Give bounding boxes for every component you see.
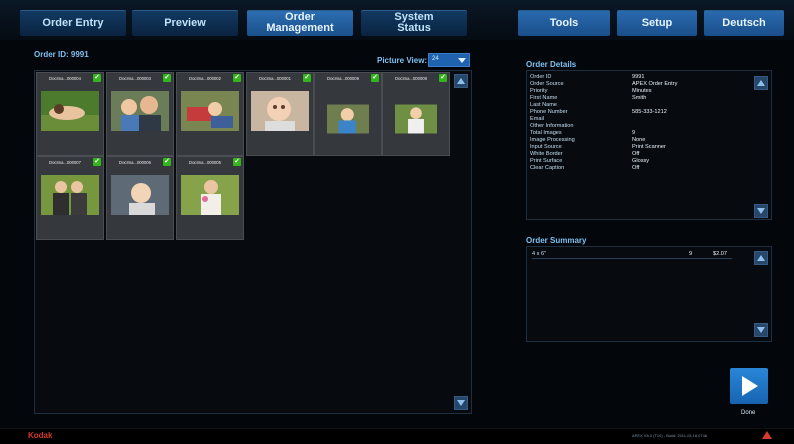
check-icon[interactable]: ✓ [233,74,241,82]
order-summary-heading: Order Summary [526,236,587,245]
detail-value: 9 [632,130,636,136]
tab-label: Deutsch [722,16,766,29]
thumbnail-filename: DocIma...000005 [189,160,221,165]
thumbnail-item[interactable]: DocIma...000003 ✓ [106,72,174,156]
check-icon[interactable]: ✓ [371,74,379,82]
thumbnail-item[interactable]: DocIma...000007 ✓ [36,156,104,240]
thumbnail-filename: DocIma...000009 [327,76,359,81]
tab-preview[interactable]: Preview [132,10,238,36]
check-icon[interactable]: ✓ [233,158,241,166]
thumbnail-item[interactable]: DocIma...000005 ✓ [176,156,244,240]
photo-thumbnail [395,104,437,134]
photo-thumbnail [111,175,169,215]
detail-value: Print Scanner [632,144,666,150]
tab-order-management[interactable]: Order Management [247,10,353,36]
thumbnail-item[interactable]: DocIma...000002 ✓ [176,72,244,156]
summary-scroll-up-button[interactable] [754,251,768,265]
summary-price: $2.07 [713,251,727,257]
thumbnail-filename: DocIma...000006 [119,160,151,165]
summary-qty: 9 [689,251,693,257]
tab-tools[interactable]: Tools [518,10,610,36]
photo-thumbnail [41,175,99,215]
photo-thumbnail [111,91,169,131]
top-navigation-bar: Order Entry Preview Order Management Sys… [0,0,794,40]
photo-thumbnail [181,175,239,215]
detail-value: Smith [632,95,647,101]
order-details-heading: Order Details [526,60,577,69]
thumbnail-item[interactable]: DocIma...000009 ✓ [314,72,382,156]
detail-label: Email [530,116,544,122]
detail-label: Last Name [530,102,558,108]
build-version: APEX V8.0 (T10) - Build: 2011.03.18.0746 [632,433,708,438]
kodak-logo: Kodak [28,431,53,440]
grid-scroll-up-button[interactable] [454,74,468,88]
summary-size: 4 x 6" [532,251,547,257]
thumbnail-item[interactable]: DocIma...000001 ✓ [246,72,314,156]
detail-value: Glossy [632,158,650,164]
details-scroll-down-button[interactable] [754,204,768,218]
done-label: Done [741,410,756,416]
tab-deutsch[interactable]: Deutsch [704,10,784,36]
detail-label: Order Source [530,81,564,87]
details-scroll-up-button[interactable] [754,76,768,90]
picture-view-label: Picture View: [377,56,428,65]
detail-label: First Name [530,95,558,101]
done-button[interactable] [730,368,768,404]
order-summary-panel [526,246,772,342]
thumbnail-filename: DocIma...000007 [49,160,81,165]
thumbnail-filename: DocIma...000002 [189,76,221,81]
detail-label: Other Information [530,123,574,129]
detail-label: White Border [530,151,563,157]
thumbnail-filename: DocIma...000008 [395,76,427,81]
detail-label: Clear Caption [530,165,565,171]
check-icon[interactable]: ✓ [163,158,171,166]
detail-value: 585-333-1212 [632,109,667,115]
detail-value: APEX Order Entry [632,81,678,87]
check-icon[interactable]: ✓ [93,74,101,82]
detail-value: None [632,137,646,143]
tab-order-entry[interactable]: Order Entry [20,10,126,36]
chevron-down-icon [458,58,466,63]
check-icon[interactable]: ✓ [303,74,311,82]
order-id-label: Order ID: 9991 [34,50,89,59]
check-icon[interactable]: ✓ [439,74,447,82]
detail-value: 9991 [632,74,645,80]
detail-label: Image Processing [530,137,575,143]
tab-label-line2: Status [397,22,431,34]
detail-label: Input Source [530,144,562,150]
detail-label: Phone Number [530,109,568,115]
detail-label: Priority [530,88,548,94]
thumbnail-filename: DocIma...000003 [119,76,151,81]
tab-label: Setup [641,16,673,29]
tab-label: Tools [549,16,579,29]
tab-label-line2: Management [266,22,334,34]
apex-logo-icon [762,431,772,439]
detail-label: Order ID [530,74,552,80]
tab-setup[interactable]: Setup [617,10,697,36]
thumbnail-item[interactable]: DocIma...000004 ✓ [36,72,104,156]
check-icon[interactable]: ✓ [163,74,171,82]
tab-label: Order Entry [42,16,104,29]
thumbnail-item[interactable]: DocIma...000006 ✓ [106,156,174,240]
photo-thumbnail [251,91,309,131]
detail-label: Print Surface [530,158,563,164]
tab-system-status[interactable]: System Status [361,10,467,36]
grid-scroll-down-button[interactable] [454,396,468,410]
thumbnail-item[interactable]: DocIma...000008 ✓ [382,72,450,156]
detail-label: Total Images [530,130,562,136]
detail-value: Off [632,151,640,157]
picture-view-select[interactable]: 24 [428,53,470,67]
detail-value: Minutes [632,88,652,94]
summary-scroll-down-button[interactable] [754,323,768,337]
thumbnail-filename: DocIma...000001 [259,76,291,81]
check-icon[interactable]: ✓ [93,158,101,166]
detail-value: Off [632,165,640,171]
photo-thumbnail [327,104,369,134]
picture-view-value: 24 [432,56,439,62]
photo-thumbnail [41,91,99,131]
photo-thumbnail [181,91,239,131]
tab-label: Preview [164,16,206,29]
thumbnail-filename: DocIma...000004 [49,76,81,81]
summary-row-divider [532,258,732,259]
